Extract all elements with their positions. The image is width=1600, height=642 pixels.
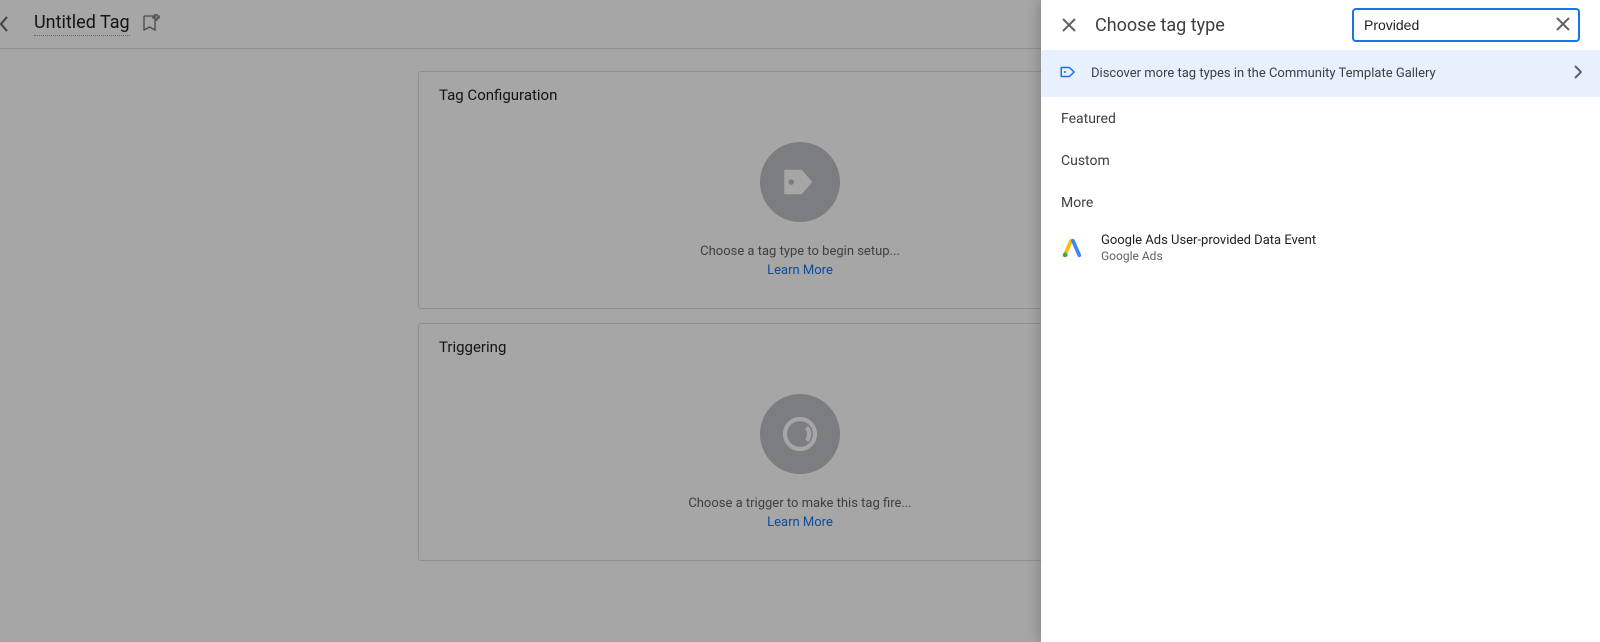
chevron-right-icon [1574,63,1582,84]
tag-icon [1059,63,1077,85]
tag-item-subtitle: Google Ads [1101,249,1316,263]
google-ads-icon [1061,237,1083,259]
choose-tag-type-panel: Choose tag type Discover more tag types … [1041,0,1600,642]
panel-header: Choose tag type [1041,0,1600,50]
section-featured: Featured [1041,97,1600,139]
section-custom: Custom [1041,139,1600,181]
discover-text: Discover more tag types in the Community… [1091,66,1560,81]
search-input[interactable] [1364,17,1554,33]
tag-type-item[interactable]: Google Ads User-provided Data Event Goog… [1041,223,1600,273]
close-icon[interactable] [1059,18,1079,32]
section-more: More [1041,181,1600,223]
discover-banner[interactable]: Discover more tag types in the Community… [1041,50,1600,97]
search-box [1352,8,1580,42]
panel-title: Choose tag type [1095,15,1225,36]
clear-search-icon[interactable] [1554,15,1572,36]
tag-item-title: Google Ads User-provided Data Event [1101,233,1316,248]
